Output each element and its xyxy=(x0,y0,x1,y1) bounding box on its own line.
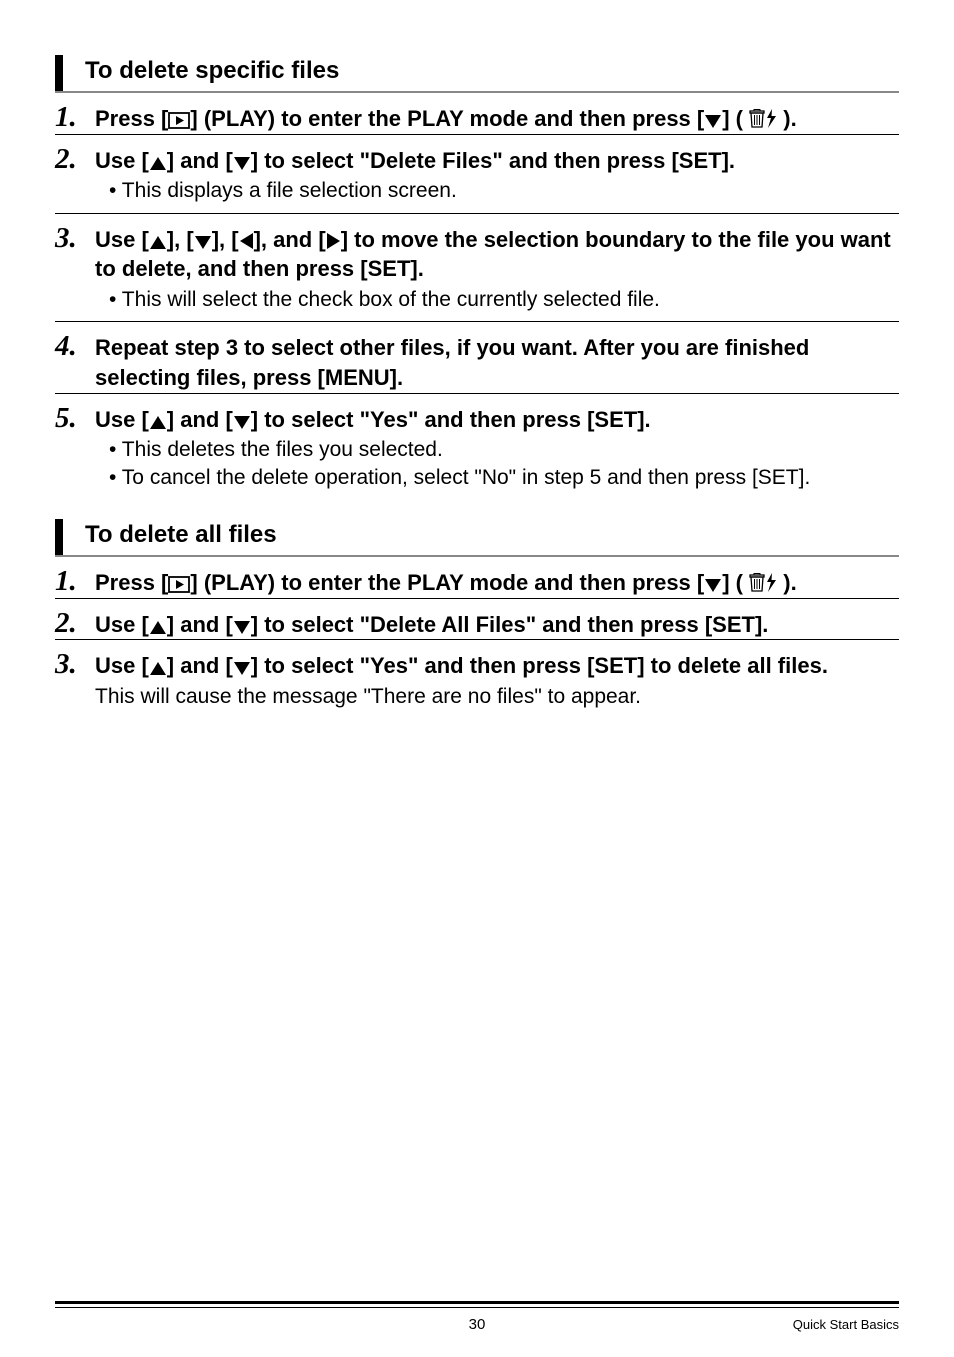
up-arrow-icon xyxy=(149,620,167,635)
down-arrow-icon xyxy=(704,114,722,129)
step: 1.Press [ ] (PLAY) to enter the PLAY mode… xyxy=(55,103,899,134)
section-heading-delete-all: To delete all files xyxy=(55,519,899,557)
step-text: ] and [ xyxy=(167,653,233,678)
section-title: To delete specific files xyxy=(79,55,339,91)
down-arrow-icon xyxy=(704,578,722,593)
section-title: To delete all files xyxy=(79,519,277,555)
step-bullets: • This deletes the files you selected.• … xyxy=(109,436,899,491)
section1-steps: 1.Press [ ] (PLAY) to enter the PLAY mode… xyxy=(55,103,899,491)
step-number: 1. xyxy=(55,567,95,596)
step-number: 1. xyxy=(55,103,95,132)
up-arrow-icon xyxy=(149,415,167,430)
step-text: Press [ xyxy=(95,106,168,131)
step: 4.Repeat step 3 to select other files, i… xyxy=(55,332,899,392)
step-number: 5. xyxy=(55,404,95,433)
step-number: 2. xyxy=(55,145,95,174)
heading-gap xyxy=(63,55,79,91)
step: 3.Use [], [], [], and [] to move the sel… xyxy=(55,224,899,284)
heading-bar xyxy=(55,519,63,555)
step-divider xyxy=(55,134,899,135)
step-text: ] ( xyxy=(722,106,749,131)
step-text: Repeat step 3 to select other files, if … xyxy=(95,335,809,390)
step-text: ], [ xyxy=(212,227,239,252)
bullet-item: • This will select the check box of the … xyxy=(109,286,899,313)
heading-bar xyxy=(55,55,63,91)
step-instruction: Repeat step 3 to select other files, if … xyxy=(95,333,899,392)
step-text: ], [ xyxy=(167,227,194,252)
step-instruction: Use [ ] and [ ] to select "Delete Files" a… xyxy=(95,146,735,176)
step-text: ] (PLAY) to enter the PLAY mode and then… xyxy=(190,570,704,595)
step-bullets: • This will select the check box of the … xyxy=(109,286,899,313)
down-arrow-icon xyxy=(233,620,251,635)
step-text: ). xyxy=(777,106,797,131)
step-number: 2. xyxy=(55,609,95,638)
step-instruction: Use [], [], [], and [] to move the selec… xyxy=(95,225,899,284)
step-text: ] and [ xyxy=(167,407,233,432)
step-text: ] and [ xyxy=(167,612,233,637)
step-text: ] to select "Delete All Files" and then … xyxy=(251,612,769,637)
step-text: Use [ xyxy=(95,612,149,637)
step-text: Use [ xyxy=(95,407,149,432)
step-text: ] (PLAY) to enter the PLAY mode and then… xyxy=(190,106,704,131)
step-divider xyxy=(55,639,899,640)
step-number: 4. xyxy=(55,332,95,361)
footer-section-label: Quick Start Basics xyxy=(749,1317,899,1332)
step: 1.Press [ ] (PLAY) to enter the PLAY mode… xyxy=(55,567,899,598)
step-text: ], and [ xyxy=(254,227,326,252)
flash-icon xyxy=(765,573,777,593)
bullet-item: • This displays a file selection screen. xyxy=(109,177,899,204)
step-divider xyxy=(55,321,899,322)
page: To delete specific files 1.Press [] (PLA… xyxy=(0,0,954,1357)
step-text: ] ( xyxy=(722,570,749,595)
step-text: ] to select "Yes" and then press [SET] t… xyxy=(251,653,828,678)
flash-icon xyxy=(765,109,777,129)
step-bullets: • This displays a file selection screen. xyxy=(109,177,899,204)
trash-icon xyxy=(749,109,765,129)
step-divider xyxy=(55,598,899,599)
down-arrow-icon xyxy=(233,156,251,171)
step-text: ] to select "Delete Files" and then pres… xyxy=(251,148,735,173)
right-arrow-icon xyxy=(326,232,341,250)
step-text: ). xyxy=(777,570,797,595)
heading-gap xyxy=(63,519,79,555)
step: 3.Use [ ] and [ ] to select "Yes" and then… xyxy=(55,650,899,681)
step-divider xyxy=(55,393,899,394)
step-instruction: Use [ ] and [ ] to select "Yes" and then p… xyxy=(95,405,651,435)
step-text: Use [ xyxy=(95,653,149,678)
step-text: ] and [ xyxy=(167,148,233,173)
page-footer: 30 Quick Start Basics xyxy=(55,1301,899,1333)
section2-steps: 1.Press [ ] (PLAY) to enter the PLAY mode… xyxy=(55,567,899,710)
step-text: Use [ xyxy=(95,148,149,173)
play-box-icon xyxy=(168,576,190,593)
step-note: This will cause the message "There are n… xyxy=(95,683,899,710)
up-arrow-icon xyxy=(149,235,167,250)
step-text: Press [ xyxy=(95,570,168,595)
step-number: 3. xyxy=(55,224,95,253)
trash-icon xyxy=(749,573,765,593)
step: 2.Use [ ] and [ ] to select "Delete All Fi… xyxy=(55,609,899,640)
step-instruction: Press [ ] (PLAY) to enter the PLAY mode a… xyxy=(95,104,797,134)
down-arrow-icon xyxy=(194,235,212,250)
bullet-item: • To cancel the delete operation, select… xyxy=(109,464,899,491)
step-instruction: Use [ ] and [ ] to select "Delete All File… xyxy=(95,610,768,640)
page-number: 30 xyxy=(205,1316,749,1333)
section-heading-delete-specific: To delete specific files xyxy=(55,55,899,93)
step-number: 3. xyxy=(55,650,95,679)
bullet-item: • This deletes the files you selected. xyxy=(109,436,899,463)
step-instruction: Press [ ] (PLAY) to enter the PLAY mode a… xyxy=(95,568,797,598)
play-box-icon xyxy=(168,112,190,129)
step-divider xyxy=(55,213,899,214)
left-arrow-icon xyxy=(239,232,254,250)
step-instruction: Use [ ] and [ ] to select "Yes" and then p… xyxy=(95,651,828,681)
step: 5.Use [ ] and [ ] to select "Yes" and then… xyxy=(55,404,899,435)
step: 2.Use [ ] and [ ] to select "Delete Files"… xyxy=(55,145,899,176)
up-arrow-icon xyxy=(149,661,167,676)
step-text: ] to select "Yes" and then press [SET]. xyxy=(251,407,651,432)
down-arrow-icon xyxy=(233,415,251,430)
up-arrow-icon xyxy=(149,156,167,171)
step-text: Use [ xyxy=(95,227,149,252)
down-arrow-icon xyxy=(233,661,251,676)
